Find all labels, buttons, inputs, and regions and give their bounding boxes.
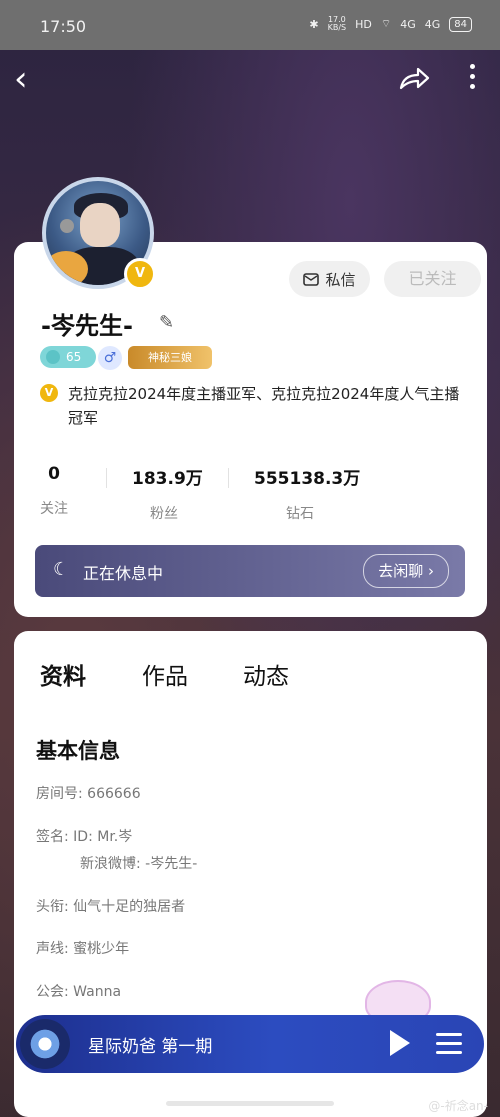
avatar-mic xyxy=(60,219,74,233)
verified-icon: V xyxy=(40,384,58,402)
more-icon[interactable] xyxy=(470,64,478,94)
audio-player[interactable]: 星际奶爸 第一期 xyxy=(16,1015,484,1073)
room-number: 房间号: 666666 xyxy=(36,786,141,802)
status-icons: ✱ 17.0 KB/S HD ⌔ 4G 4G 84 xyxy=(309,16,472,32)
battery-icon: 84 xyxy=(449,16,472,32)
signature-line2: 新浪微博: -岑先生- xyxy=(80,856,198,872)
status-time: 17:50 xyxy=(40,17,87,36)
section-title: 基本信息 xyxy=(36,739,120,763)
certification-text: 克拉克拉2024年度主播亚军、克拉克拉2024年度人气主播冠军 xyxy=(68,385,460,427)
home-indicator[interactable] xyxy=(166,1101,334,1106)
stat-diamonds[interactable]: 555138.3万 钻石 xyxy=(254,464,360,523)
stat-label: 钻石 xyxy=(286,506,314,522)
wifi-icon: ⌔ xyxy=(380,17,392,30)
guardian-badge: 神秘三娘 xyxy=(128,346,212,369)
voice-field: 声线: 蜜桃少年 xyxy=(36,941,130,957)
stat-divider xyxy=(228,468,229,488)
speed-unit: KB/S xyxy=(327,23,347,32)
back-arrow-icon[interactable]: ‹ xyxy=(14,62,28,96)
stat-following[interactable]: 0 关注 xyxy=(40,464,68,518)
signal-2: 4G xyxy=(424,17,441,31)
player-title: 星际奶爸 第一期 xyxy=(88,1037,213,1057)
network-speed: 17.0 KB/S xyxy=(328,16,347,32)
stat-value: 0 xyxy=(48,464,60,484)
title-field: 头衔: 仙气十足的独居者 xyxy=(36,899,186,915)
stat-label: 粉丝 xyxy=(150,506,178,522)
share-icon[interactable] xyxy=(398,66,430,92)
tab-profile[interactable]: 资料 xyxy=(40,657,86,691)
user-name: -岑先生- xyxy=(41,312,133,340)
avatar-tiger xyxy=(46,251,88,285)
male-icon: ♂ xyxy=(98,346,122,370)
moon-icon: ☾ xyxy=(53,559,70,580)
status-bar: 17:50 ✱ 17.0 KB/S HD ⌔ 4G 4G 84 xyxy=(0,0,500,50)
stat-fans[interactable]: 183.9万 粉丝 xyxy=(132,464,203,523)
message-label: 私信 xyxy=(325,270,356,289)
playlist-icon[interactable] xyxy=(436,1033,462,1060)
stat-value: 183.9万 xyxy=(132,469,203,489)
stats-row: 0 关注 183.9万 粉丝 555138.3万 钻石 xyxy=(14,464,487,524)
stat-value: 555138.3万 xyxy=(254,469,361,489)
edit-icon[interactable]: ✎ xyxy=(159,312,174,333)
chat-button[interactable]: 去闲聊 › xyxy=(363,554,449,588)
signal-1: 4G xyxy=(400,17,416,31)
follow-button[interactable]: 已关注 xyxy=(384,261,481,297)
rest-banner: ☾ 正在休息中 去闲聊 › xyxy=(35,545,465,597)
stat-label: 关注 xyxy=(40,501,68,517)
tab-moments[interactable]: 动态 xyxy=(243,657,289,691)
bluetooth-icon: ✱ xyxy=(309,17,319,31)
profile-card: 私信 已关注 -岑先生- ✎ 65 ♂ 神秘三娘 V 克拉克拉2024年度主播亚… xyxy=(14,242,487,617)
play-icon[interactable] xyxy=(390,1030,410,1056)
level-value: 65 xyxy=(66,350,82,364)
mail-icon xyxy=(303,272,320,286)
level-badge: 65 xyxy=(40,346,96,368)
signature-line1: 签名: ID: Mr.岑 xyxy=(36,829,133,845)
message-button[interactable]: 私信 xyxy=(289,261,370,297)
tab-works[interactable]: 作品 xyxy=(142,657,188,691)
disc-icon xyxy=(20,1019,70,1069)
guild-field: 公会: Wanna xyxy=(36,984,122,1000)
avatar-face xyxy=(80,203,120,247)
top-nav: ‹ xyxy=(0,56,500,106)
hd-icon: HD xyxy=(355,17,372,31)
level-face-icon xyxy=(46,350,60,364)
watermark: @-祈念an- xyxy=(428,1099,488,1113)
rest-status: 正在休息中 xyxy=(83,564,164,583)
stat-divider xyxy=(106,468,107,488)
verified-avatar-badge: V xyxy=(124,258,156,290)
